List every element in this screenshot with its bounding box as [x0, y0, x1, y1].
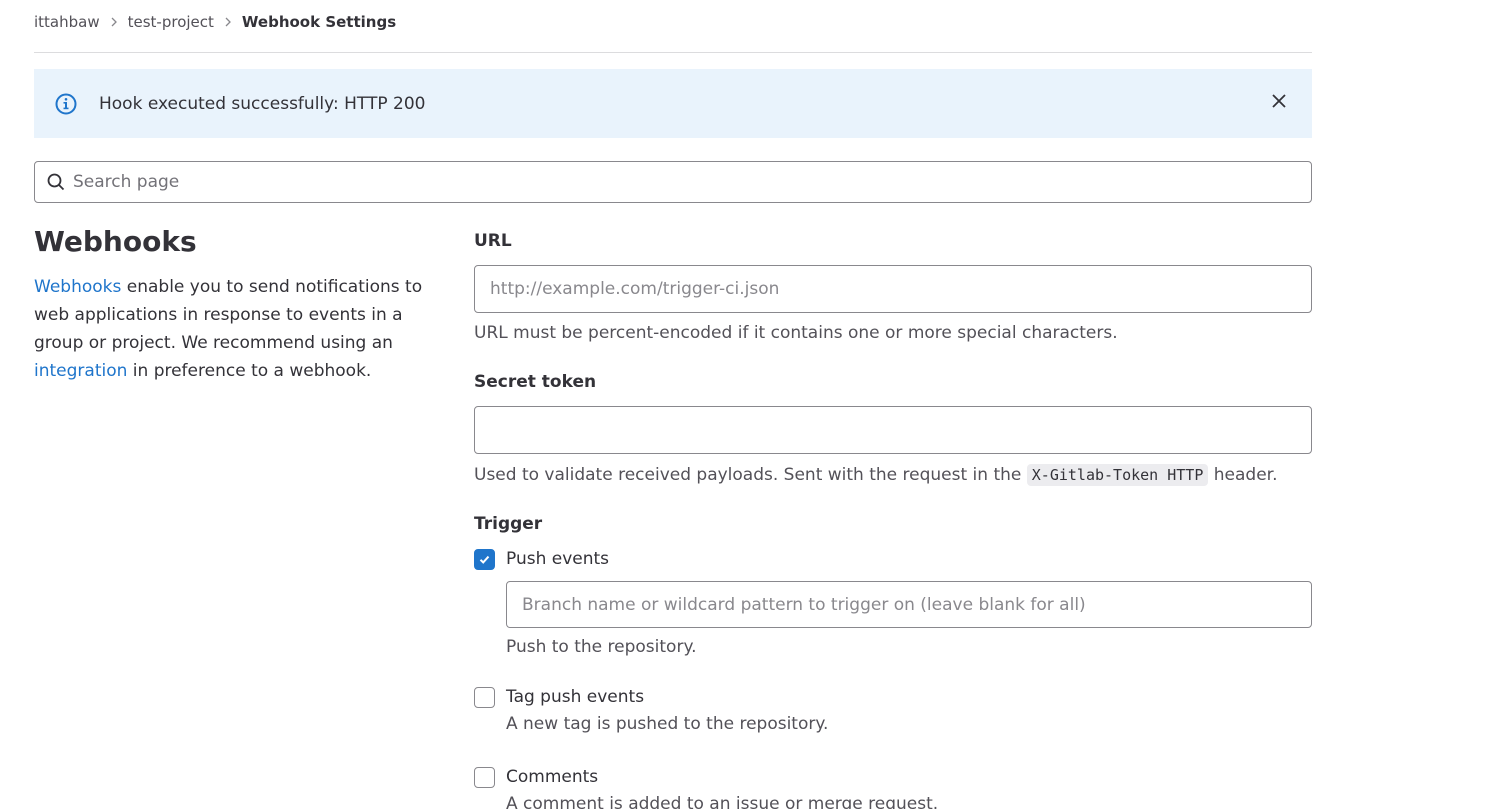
chevron-right-icon — [109, 17, 119, 27]
section-desc-text-2: in preference to a webhook. — [127, 361, 372, 381]
secret-token-field[interactable] — [474, 406, 1312, 454]
breadcrumb-item-project[interactable]: test-project — [128, 13, 214, 31]
push-events-label[interactable]: Push events — [506, 549, 609, 569]
section-intro: Webhooks Webhooks enable you to send not… — [34, 225, 444, 385]
integration-link[interactable]: integration — [34, 361, 127, 381]
section-description: Webhooks enable you to send notification… — [34, 273, 444, 385]
token-help-text-1: Used to validate received payloads. Sent… — [474, 465, 1027, 485]
section-title: Webhooks — [34, 225, 197, 258]
chevron-right-icon — [223, 17, 233, 27]
token-header-code: X-Gitlab-Token HTTP — [1026, 464, 1209, 486]
comments-help: A comment is added to an issue or merge … — [506, 794, 939, 809]
webhook-form: URL URL must be percent-encoded if it co… — [474, 225, 1312, 809]
tag-push-events-label[interactable]: Tag push events — [506, 687, 644, 707]
search-icon — [47, 173, 65, 191]
push-events-checkbox[interactable] — [474, 548, 495, 570]
tag-push-events-help: A new tag is pushed to the repository. — [506, 714, 829, 734]
url-help: URL must be percent-encoded if it contai… — [474, 323, 1118, 343]
secret-token-help: Used to validate received payloads. Sent… — [474, 463, 1312, 487]
tag-push-events-option[interactable]: Tag push events — [474, 685, 1312, 709]
url-field[interactable] — [474, 265, 1312, 313]
page: ittahbaw test-project Webhook Settings H… — [0, 0, 1495, 809]
push-events-help: Push to the repository. — [506, 637, 697, 657]
alert-message: Hook executed successfully: HTTP 200 — [99, 93, 426, 114]
search-input[interactable] — [71, 171, 1311, 193]
branch-filter-input[interactable] — [506, 581, 1312, 628]
token-help-text-2: header. — [1208, 465, 1278, 485]
secret-token-label: Secret token — [474, 372, 597, 392]
breadcrumb-item-group[interactable]: ittahbaw — [34, 13, 100, 31]
push-events-option[interactable]: Push events — [474, 547, 1312, 571]
url-label: URL — [474, 231, 512, 251]
webhooks-docs-link[interactable]: Webhooks — [34, 277, 121, 297]
tag-push-events-checkbox[interactable] — [474, 686, 495, 708]
comments-label[interactable]: Comments — [506, 767, 598, 787]
search-box — [34, 161, 1312, 203]
comments-checkbox[interactable] — [474, 766, 495, 788]
close-icon[interactable] — [1270, 92, 1288, 110]
breadcrumb-current[interactable]: Webhook Settings — [242, 13, 396, 31]
settings-content: Webhooks Webhooks enable you to send not… — [34, 225, 1312, 809]
success-alert: Hook executed successfully: HTTP 200 — [34, 69, 1312, 138]
breadcrumb: ittahbaw test-project Webhook Settings — [34, 0, 1312, 53]
main-container: ittahbaw test-project Webhook Settings H… — [34, 0, 1312, 809]
comments-option[interactable]: Comments — [474, 765, 1312, 789]
trigger-label: Trigger — [474, 514, 543, 534]
info-icon — [55, 93, 77, 115]
checkmark-icon — [479, 555, 490, 564]
